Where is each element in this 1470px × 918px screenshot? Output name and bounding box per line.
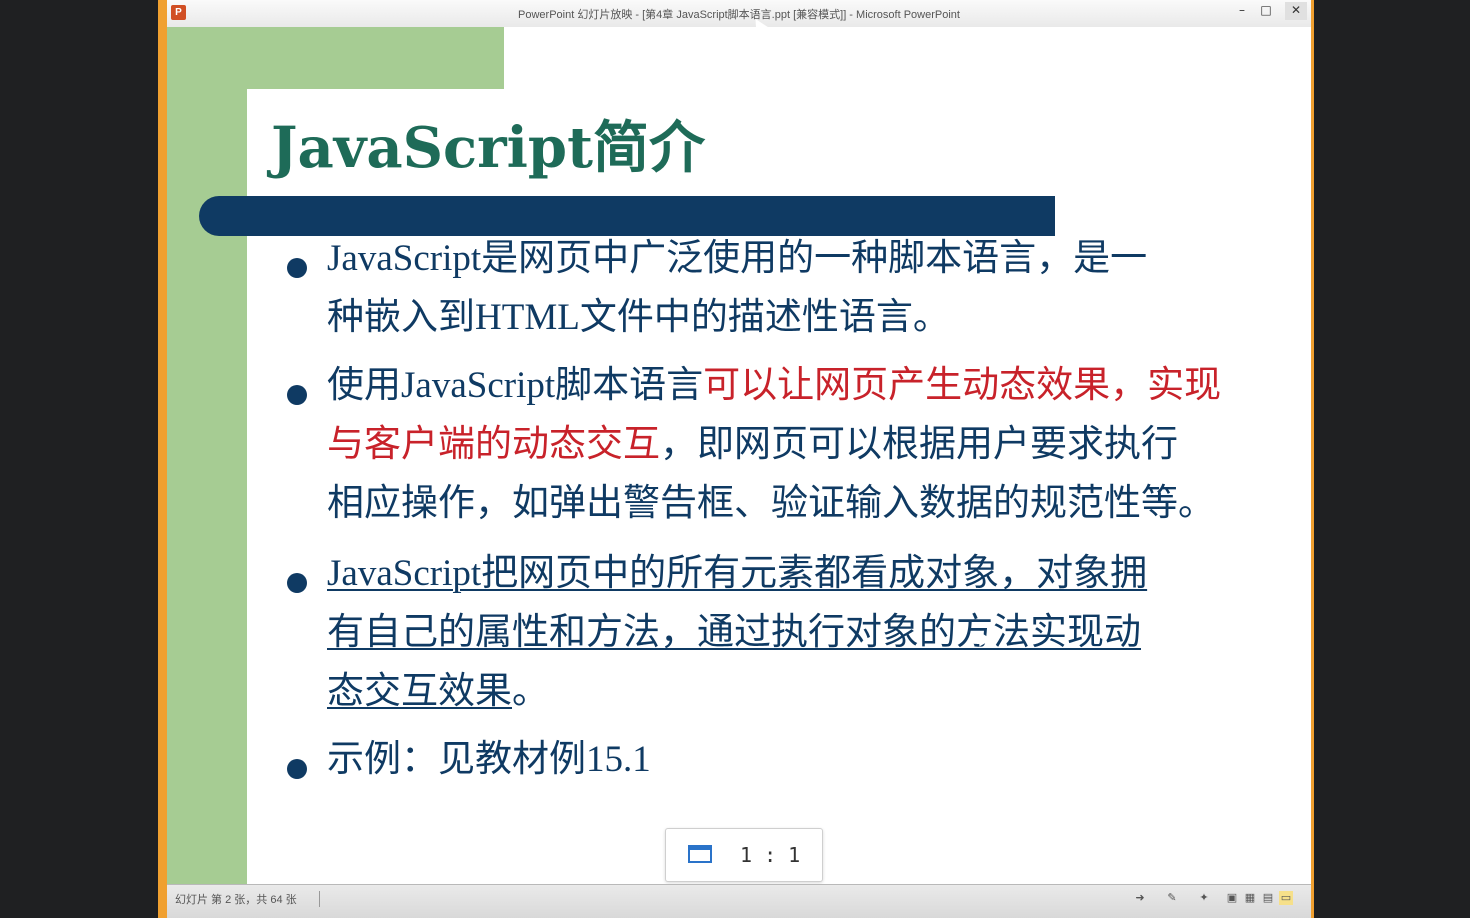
bullet-line: 有自己的属性和方法，通过执行对象的方法实现动 [327,603,1311,662]
bullet-line: 态交互效果。 [327,662,1311,721]
green-top-band [167,27,504,89]
slide-title: JavaScript简介 [271,115,705,181]
bullet-line: JavaScript是网页中广泛使用的一种脚本语言，是一 [327,229,1311,288]
notes-icon[interactable]: ✎ [1165,891,1179,905]
bullet-text-segment: 使用JavaScript脚本语言 [327,365,704,406]
bullet-dot [287,573,307,593]
bullet-line: JavaScript把网页中的所有元素都看成对象，对象拥 [327,544,1311,603]
slideshow-icon[interactable]: ▭ [1279,891,1293,905]
window-icon [688,845,712,863]
bullet-text-segment: 相应操作，如弹出警告框、验证输入数据的规范性等。 [327,483,1215,524]
pin-icon[interactable]: ✦ [1197,891,1211,905]
reading-view-icon[interactable]: ▤ [1261,891,1275,905]
bullet-text-segment: 种嵌入到HTML文件中的描述性语言。 [327,297,950,338]
slide-canvas[interactable]: JavaScript简介 JavaScript是网页中广泛使用的一种脚本语言，是… [167,27,1311,884]
bullet-text-segment: 与客户端的动态交互 [327,424,660,465]
bullet-line: 相应操作，如弹出警告框、验证输入数据的规范性等。 [327,474,1311,533]
minimize-button[interactable]: – [1231,2,1253,20]
bullet-dot [287,385,307,405]
bullet-line: 示例：见教材例15.1 [327,730,1311,789]
title-bar: P PowerPoint 幻灯片放映 - [第4章 JavaScript脚本语言… [167,0,1311,28]
close-button[interactable]: ✕ [1285,2,1307,20]
arrow-icon[interactable]: ➜ [1133,891,1147,905]
bullet-text-segment: 可以让网页产生动态效果，实现 [703,365,1222,406]
bullet-text-segment: JavaScript把网页中的所有元素都看成对象，对象拥 [327,553,1148,594]
slide-counter: 幻灯片 第 2 张，共 64 张 [175,894,297,906]
bullet-text-segment: 态交互效果 [327,671,512,712]
bullet-text-segment: 。 [512,671,549,712]
bullet-dot [287,258,307,278]
bullet-text-segment: 示例：见教材例15.1 [327,739,651,780]
status-separator [319,891,320,907]
bullet-line: 种嵌入到HTML文件中的描述性语言。 [327,288,1311,347]
window-title: PowerPoint 幻灯片放映 - [第4章 JavaScript脚本语言.p… [518,9,960,21]
zoom-label: 1 : 1 [740,843,801,867]
sorter-view-icon[interactable]: ▦ [1243,891,1257,905]
bullet-text-segment: JavaScript是网页中广泛使用的一种脚本语言，是一 [327,238,1148,279]
green-side-band [167,27,247,884]
bullet-line: 与客户端的动态交互，即网页可以根据用户要求执行 [327,415,1311,474]
bullet-text-segment: ，即网页可以根据用户要求执行 [660,424,1178,465]
status-bar: 幻灯片 第 2 张，共 64 张 ➜ ✎ ✦ ▣ ▦ ▤ ▭ [167,884,1311,918]
bullet-text-segment: 有自己的属性和方法，通过执行对象的方法实现动 [327,612,1141,653]
powerpoint-window: P PowerPoint 幻灯片放映 - [第4章 JavaScript脚本语言… [158,0,1314,918]
maximize-button[interactable]: □ [1255,2,1277,20]
bullet-line: 使用JavaScript脚本语言可以让网页产生动态效果，实现 [327,356,1311,415]
zoom-popup[interactable]: 1 : 1 [665,828,823,882]
bullet-dot [287,759,307,779]
normal-view-icon[interactable]: ▣ [1225,891,1239,905]
